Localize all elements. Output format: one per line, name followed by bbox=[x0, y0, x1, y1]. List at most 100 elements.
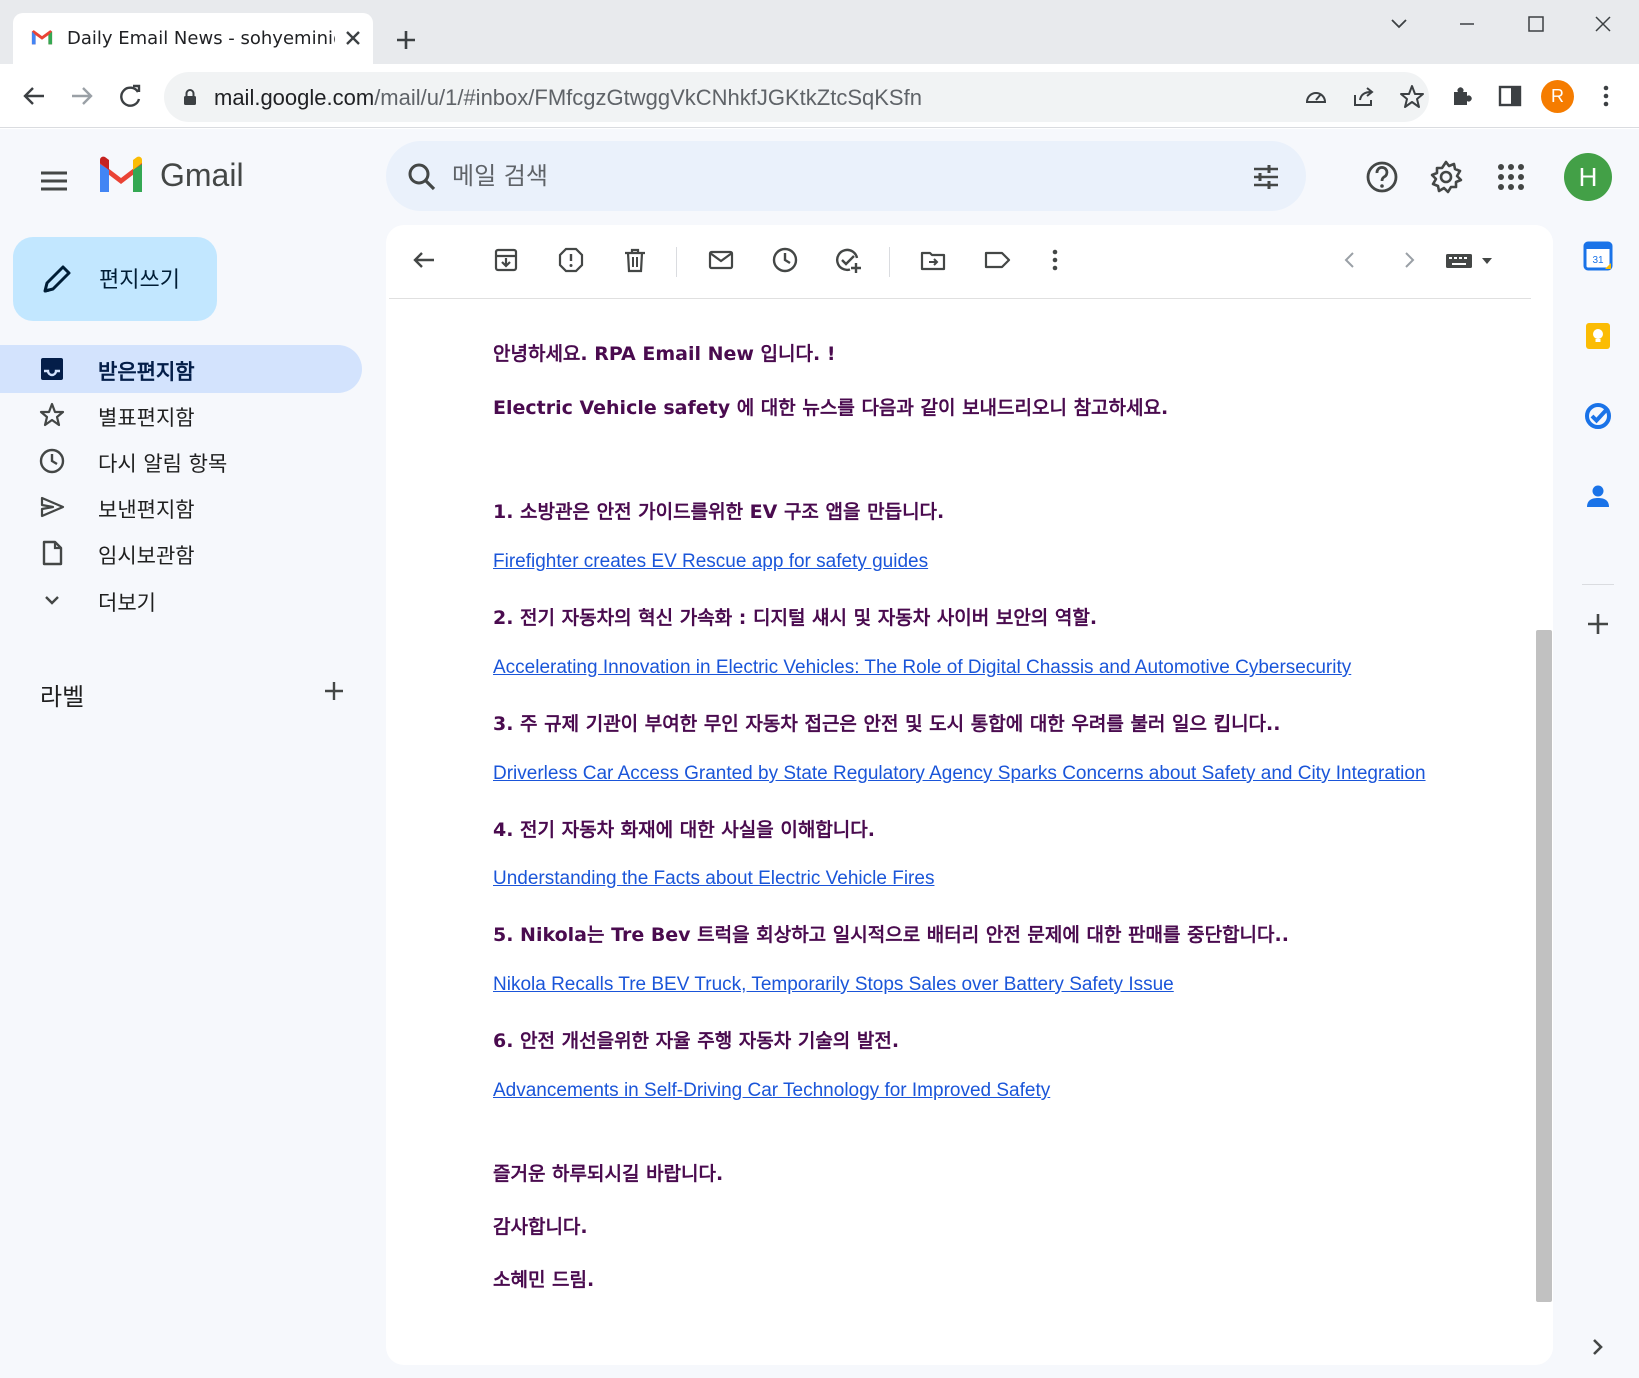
contacts-icon[interactable] bbox=[1581, 479, 1615, 513]
browser-toolbar: mail.google.com/mail/u/1/#inbox/FMfcgzGt… bbox=[0, 64, 1639, 128]
tab-gmail[interactable]: Daily Email News - sohyemini@ bbox=[13, 13, 373, 64]
gmail-logo-icon[interactable] bbox=[97, 156, 145, 194]
extensions-icon[interactable] bbox=[1446, 80, 1478, 112]
news-title: 3. 주 규제 기관이 부여한 무인 자동차 접근은 안전 및 도시 통합에 대… bbox=[493, 713, 1281, 735]
labels-heading: 라벨 bbox=[40, 683, 85, 711]
side-panel-divider bbox=[1582, 584, 1614, 585]
news-link[interactable]: Nikola Recalls Tre BEV Truck, Temporaril… bbox=[493, 974, 1174, 996]
news-link[interactable]: Firefighter creates EV Rescue app for sa… bbox=[493, 551, 928, 573]
sidebar-item-snoozed[interactable]: 다시 알림 항목 bbox=[0, 437, 362, 485]
add-to-tasks-icon[interactable] bbox=[833, 245, 863, 275]
closing-text: 즐거운 하루되시길 바랍니다. bbox=[493, 1163, 724, 1185]
tab-search-chevron-icon[interactable] bbox=[1375, 10, 1423, 40]
forward-icon[interactable] bbox=[66, 80, 98, 112]
reload-icon[interactable] bbox=[114, 80, 146, 112]
thanks-text: 감사합니다. bbox=[493, 1216, 588, 1238]
news-link[interactable]: Accelerating Innovation in Electric Vehi… bbox=[493, 657, 1351, 679]
compose-label: 편지쓰기 bbox=[99, 268, 180, 293]
move-to-folder-icon[interactable] bbox=[918, 245, 948, 275]
address-bar[interactable]: mail.google.com/mail/u/1/#inbox/FMfcgzGt… bbox=[164, 72, 1429, 122]
news-title: 5. Nikola는 Tre Bev 트럭을 회상하고 일시적으로 배터리 안전… bbox=[493, 924, 1289, 946]
news-link[interactable]: Advancements in Self-Driving Car Technol… bbox=[493, 1080, 1050, 1102]
signature-text: 소혜민 드림. bbox=[493, 1269, 595, 1291]
new-tab-icon[interactable] bbox=[392, 26, 420, 54]
sidebar-item-more[interactable]: 더보기 bbox=[0, 576, 362, 624]
tasks-icon[interactable] bbox=[1581, 399, 1615, 433]
browser-profile-avatar[interactable]: R bbox=[1541, 80, 1574, 113]
close-tab-icon[interactable] bbox=[341, 26, 365, 50]
sidebar-item-label: 별표편지함 bbox=[98, 406, 195, 430]
more-options-icon[interactable] bbox=[1040, 245, 1070, 275]
chevron-down-icon bbox=[45, 596, 59, 605]
sidebar-item-label: 보낸편지함 bbox=[98, 498, 195, 522]
gmail-logo-text[interactable]: Gmail bbox=[160, 157, 244, 194]
send-icon bbox=[40, 496, 65, 518]
search-icon[interactable] bbox=[406, 161, 438, 193]
maximize-window-icon[interactable] bbox=[1511, 10, 1559, 40]
star-icon bbox=[39, 402, 65, 427]
main-menu-icon[interactable] bbox=[36, 163, 72, 199]
add-label-icon[interactable] bbox=[320, 677, 348, 705]
search-input[interactable] bbox=[452, 159, 1212, 193]
side-panel-icon[interactable] bbox=[1494, 80, 1526, 112]
intro-text: Electric Vehicle safety 에 대한 뉴스를 다음과 같이 … bbox=[493, 397, 1169, 419]
news-link[interactable]: Understanding the Facts about Electric V… bbox=[493, 868, 934, 890]
gmail-app: Gmail H 편지쓰기 받은편지함 별표편지함 다시 알림 항목 bbox=[0, 129, 1639, 1378]
performance-icon[interactable] bbox=[1302, 83, 1330, 111]
share-icon[interactable] bbox=[1350, 83, 1378, 111]
clock-icon bbox=[39, 448, 65, 474]
toolbar-divider-line bbox=[389, 298, 1531, 299]
scrollbar-thumb[interactable] bbox=[1536, 630, 1552, 1302]
report-spam-icon[interactable] bbox=[556, 245, 586, 275]
minimize-window-icon[interactable] bbox=[1443, 10, 1491, 40]
archive-icon[interactable] bbox=[491, 245, 521, 275]
snooze-clock-icon[interactable] bbox=[770, 245, 800, 275]
news-title: 1. 소방관은 안전 가이드를위한 EV 구조 앱을 만듭니다. bbox=[493, 501, 945, 523]
get-addons-plus-icon[interactable] bbox=[1581, 607, 1615, 641]
sidebar-item-inbox[interactable]: 받은편지함 bbox=[0, 345, 362, 393]
close-window-icon[interactable] bbox=[1579, 10, 1627, 40]
lock-icon[interactable] bbox=[180, 87, 200, 107]
back-icon[interactable] bbox=[18, 80, 50, 112]
sidebar-item-starred[interactable]: 별표편지함 bbox=[0, 391, 362, 439]
search-options-icon[interactable] bbox=[1250, 161, 1282, 193]
sidebar-item-drafts[interactable]: 임시보관함 bbox=[0, 529, 362, 577]
expand-side-panel-chevron-icon[interactable] bbox=[1581, 1330, 1615, 1364]
url-path: /mail/u/1/#inbox/FMfcgzGtwggVkCNhkfJGKtk… bbox=[374, 85, 922, 110]
sidebar-item-label: 받은편지함 bbox=[98, 360, 195, 384]
delete-trash-icon[interactable] bbox=[620, 245, 650, 275]
back-to-inbox-icon[interactable] bbox=[409, 245, 439, 275]
sidebar-item-sent[interactable]: 보낸편지함 bbox=[0, 483, 362, 531]
news-link[interactable]: Driverless Car Access Granted by State R… bbox=[493, 763, 1426, 785]
settings-gear-icon[interactable] bbox=[1428, 159, 1464, 195]
tab-strip: Daily Email News - sohyemini@ bbox=[0, 0, 1639, 64]
svg-text:31: 31 bbox=[1592, 255, 1604, 266]
gmail-favicon-icon bbox=[31, 30, 53, 45]
pencil-icon bbox=[43, 265, 71, 293]
compose-button[interactable]: 편지쓰기 bbox=[13, 237, 217, 321]
calendar-icon[interactable]: 31 bbox=[1581, 239, 1615, 273]
older-message-chevron-icon[interactable] bbox=[1394, 245, 1424, 275]
newer-message-chevron-icon[interactable] bbox=[1335, 245, 1365, 275]
keep-notes-icon[interactable] bbox=[1581, 319, 1615, 353]
message-panel: 안녕하세요. RPA Email New 입니다. ! Electric Veh… bbox=[386, 225, 1553, 1365]
tab-title: Daily Email News - sohyemini@ bbox=[67, 28, 335, 49]
mail-search-bar[interactable] bbox=[386, 141, 1306, 211]
input-tools-keyboard-icon[interactable] bbox=[1444, 247, 1500, 275]
google-apps-icon[interactable] bbox=[1493, 159, 1529, 195]
browser-menu-icon[interactable] bbox=[1590, 80, 1622, 112]
sidebar-item-label: 다시 알림 항목 bbox=[98, 452, 228, 476]
help-icon[interactable] bbox=[1364, 159, 1400, 195]
news-title: 2. 전기 자동차의 혁신 가속화 : 디지털 섀시 및 자동차 사이버 보안의… bbox=[493, 607, 1098, 629]
label-tag-icon[interactable] bbox=[982, 245, 1012, 275]
draft-icon bbox=[42, 540, 63, 566]
mark-unread-icon[interactable] bbox=[706, 245, 736, 275]
news-title: 4. 전기 자동차 화재에 대한 사실을 이해합니다. bbox=[493, 819, 875, 841]
toolbar-divider bbox=[889, 247, 890, 277]
account-avatar[interactable]: H bbox=[1564, 153, 1612, 201]
inbox-icon bbox=[41, 358, 63, 380]
bookmark-star-icon[interactable] bbox=[1398, 83, 1426, 111]
url-text: mail.google.com/mail/u/1/#inbox/FMfcgzGt… bbox=[214, 85, 922, 111]
toolbar-divider bbox=[676, 247, 677, 277]
greeting-text: 안녕하세요. RPA Email New 입니다. ! bbox=[493, 343, 836, 365]
